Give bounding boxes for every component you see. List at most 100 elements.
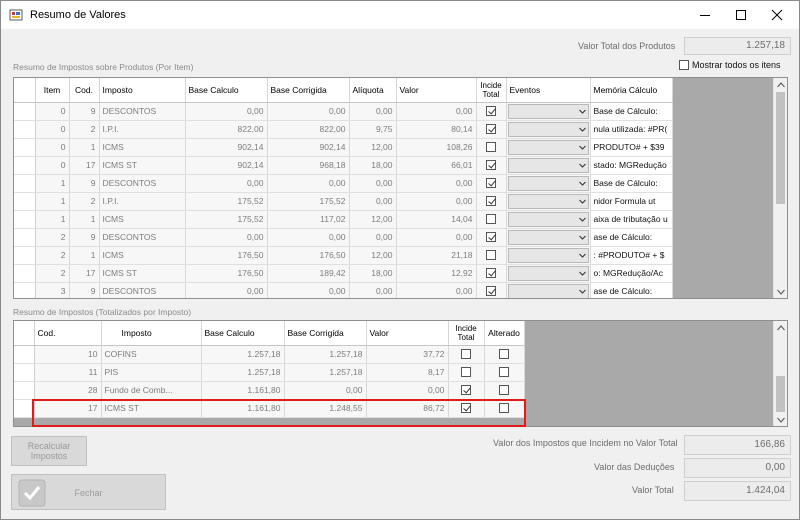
cell-memoria-calculo[interactable]: Base de Cálculo: (590, 174, 673, 193)
row-selector[interactable] (14, 210, 36, 229)
table-row[interactable]: 2 1 ICMS 176,50 176,50 12,00 21,18: #PRODUTO# … (14, 246, 673, 265)
eventos-dropdown[interactable] (507, 193, 589, 209)
eventos-dropdown[interactable] (507, 103, 589, 119)
row-selector[interactable] (14, 102, 36, 121)
row-selector[interactable] (14, 120, 36, 139)
incide-total-checkbox[interactable] (486, 214, 496, 225)
scroll-up-icon[interactable] (774, 321, 788, 334)
table-row[interactable]: 2 9 DESCONTOS 0,00 0,00 0,00 0,00 ase de Cálcul… (14, 228, 673, 247)
table-row[interactable]: 0 9 DESCONTOS 0,00 0,00 0,00 0,00 Base de Cálcu… (14, 102, 673, 121)
valor-total-field[interactable]: 1.424,04 (684, 481, 791, 501)
table-row[interactable]: 0 1 ICMS 902,14 902,14 12,00 108,26 PRODUTO# + … (14, 138, 673, 157)
col-eventos[interactable]: Eventos (506, 78, 591, 103)
products-tax-grid[interactable]: Item Cod. Imposto Base Calculo Base Corr… (13, 77, 788, 299)
totals-vertical-scrollbar[interactable] (773, 321, 787, 426)
col-base-calculo[interactable]: Base Calculo (185, 78, 268, 103)
scroll-down-icon[interactable] (774, 413, 788, 426)
row-selector[interactable] (14, 156, 36, 175)
col-memoria-calculo[interactable]: Memória Cálculo (590, 78, 673, 103)
incide-total-checkbox[interactable] (486, 160, 496, 171)
table-row[interactable]: 1 9 DESCONTOS 0,00 0,00 0,00 0,00 Base de Cálcu… (14, 174, 673, 193)
scroll-down-icon[interactable] (774, 285, 788, 298)
col-incide-total[interactable]: Incide Total (476, 78, 507, 103)
cell-memoria-calculo[interactable]: aixa de tributação u (590, 210, 673, 229)
show-all-checkbox[interactable] (679, 60, 689, 70)
cell-memoria-calculo[interactable]: PRODUTO# + $39 (590, 138, 673, 157)
products-vertical-scrollbar[interactable] (773, 78, 787, 298)
row-selector[interactable] (14, 363, 35, 382)
row-selector[interactable] (14, 399, 35, 418)
show-all-items-toggle[interactable]: Mostrar todos os itens (679, 60, 781, 70)
cell-memoria-calculo[interactable]: nula utilizada: #PR( (590, 120, 673, 139)
col-incide-total[interactable]: Incide Total (448, 321, 485, 346)
incide-total-checkbox[interactable] (486, 142, 496, 153)
table-row[interactable]: 1 2 I.P.I. 175,52 175,52 0,00 0,00 nidor Formul… (14, 192, 673, 211)
incide-total-checkbox[interactable] (486, 106, 496, 117)
cell-memoria-calculo[interactable]: ase de Cálculo: (590, 282, 673, 298)
col-item[interactable]: Item (35, 78, 70, 103)
col-base-calculo[interactable]: Base Calculo (201, 321, 285, 346)
eventos-dropdown[interactable] (507, 283, 589, 298)
eventos-dropdown[interactable] (507, 265, 589, 281)
scroll-up-icon[interactable] (774, 78, 788, 91)
products-scroll-thumb[interactable] (776, 92, 785, 204)
deducoes-field[interactable]: 0,00 (684, 458, 791, 478)
alterado-checkbox[interactable] (499, 385, 509, 396)
close-window-button[interactable] (761, 1, 793, 29)
incide-total-checkbox[interactable] (486, 196, 496, 207)
col-cod[interactable]: Cod. (69, 78, 100, 103)
table-row[interactable]: 2 17 ICMS ST 176,50 189,42 18,00 12,92 o: MGRed… (14, 264, 673, 283)
eventos-dropdown[interactable] (507, 229, 589, 245)
table-row[interactable]: 0 17 ICMS ST 902,14 968,18 18,00 66,01 stado: M… (14, 156, 673, 175)
row-selector[interactable] (14, 345, 35, 364)
cell-memoria-calculo[interactable]: stado: MGRedução (590, 156, 673, 175)
incide-total-checkbox[interactable] (486, 268, 496, 279)
incide-total-checkbox[interactable] (486, 178, 496, 189)
eventos-dropdown[interactable] (507, 247, 589, 263)
incide-total-checkbox[interactable] (461, 367, 471, 378)
cell-memoria-calculo[interactable]: nidor Formula ut (590, 192, 673, 211)
col-imposto[interactable]: Imposto (101, 321, 202, 346)
impostos-incidem-field[interactable]: 166,86 (684, 435, 791, 455)
eventos-dropdown[interactable] (507, 175, 589, 191)
table-row[interactable]: 28 Fundo de Comb... 1.161,80 0,00 0,00 (14, 381, 525, 400)
incide-total-checkbox[interactable] (486, 124, 496, 135)
eventos-dropdown[interactable] (507, 139, 589, 155)
incide-total-checkbox[interactable] (461, 349, 471, 360)
col-aliquota[interactable]: Alíquota (349, 78, 397, 103)
col-base-corrigida[interactable]: Base Corrigida (267, 78, 350, 103)
row-selector[interactable] (14, 381, 35, 400)
totals-scroll-thumb[interactable] (776, 376, 785, 412)
row-selector[interactable] (14, 138, 36, 157)
cell-memoria-calculo[interactable]: : #PRODUTO# + $ (590, 246, 673, 265)
table-row[interactable]: 3 9 DESCONTOS 0,00 0,00 0,00 0,00 ase de Cálcul… (14, 282, 673, 298)
incide-total-checkbox[interactable] (461, 385, 471, 396)
col-valor[interactable]: Valor (396, 78, 477, 103)
eventos-dropdown[interactable] (507, 211, 589, 227)
eventos-dropdown[interactable] (507, 157, 589, 173)
row-selector[interactable] (14, 192, 36, 211)
row-selector[interactable] (14, 174, 36, 193)
table-row[interactable]: 10 COFINS 1.257,18 1.257,18 37,72 (14, 345, 525, 364)
incide-total-checkbox[interactable] (486, 286, 496, 297)
alterado-checkbox[interactable] (499, 367, 509, 378)
cell-memoria-calculo[interactable]: o: MGRedução/Ac (590, 264, 673, 283)
alterado-checkbox[interactable] (499, 349, 509, 360)
row-selector[interactable] (14, 282, 36, 298)
table-row[interactable]: 11 PIS 1.257,18 1.257,18 8,17 (14, 363, 525, 382)
maximize-button[interactable] (725, 1, 757, 29)
cell-memoria-calculo[interactable]: ase de Cálculo: (590, 228, 673, 247)
col-alterado[interactable]: Alterado (484, 321, 525, 346)
table-row[interactable]: 1 1 ICMS 175,52 117,02 12,00 14,04 aixa de trib… (14, 210, 673, 229)
recalcular-impostos-button[interactable]: Recalcular Impostos (11, 436, 87, 466)
col-cod[interactable]: Cod. (34, 321, 102, 346)
row-selector[interactable] (14, 264, 36, 283)
col-base-corrigida[interactable]: Base Corrigida (284, 321, 367, 346)
col-valor[interactable]: Valor (366, 321, 449, 346)
incide-total-checkbox[interactable] (486, 232, 496, 243)
row-selector[interactable] (14, 246, 36, 265)
table-row[interactable]: 0 2 I.P.I. 822,00 822,00 9,75 80,14 nula utiliz… (14, 120, 673, 139)
row-selector[interactable] (14, 228, 36, 247)
cell-memoria-calculo[interactable]: Base de Cálculo: (590, 102, 673, 121)
eventos-dropdown[interactable] (507, 121, 589, 137)
